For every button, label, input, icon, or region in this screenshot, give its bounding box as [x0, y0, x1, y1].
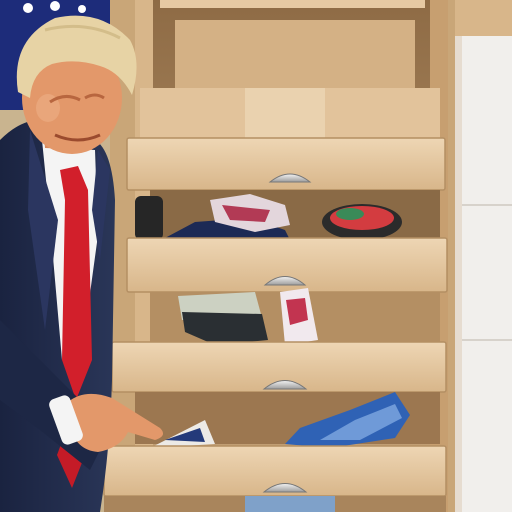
drawer-1[interactable] — [126, 137, 446, 191]
drawer-3[interactable] — [111, 341, 447, 393]
scene-illustration — [0, 0, 512, 512]
photo-scene — [0, 0, 512, 512]
white-cabinet — [462, 30, 512, 512]
cabinet-top — [446, 0, 512, 36]
drawer-2-contents — [150, 288, 440, 345]
drawer-2[interactable] — [126, 237, 448, 293]
drawer-4[interactable] — [103, 445, 447, 497]
drawer-1-contents — [135, 190, 440, 240]
drawer-3-contents — [135, 392, 440, 448]
